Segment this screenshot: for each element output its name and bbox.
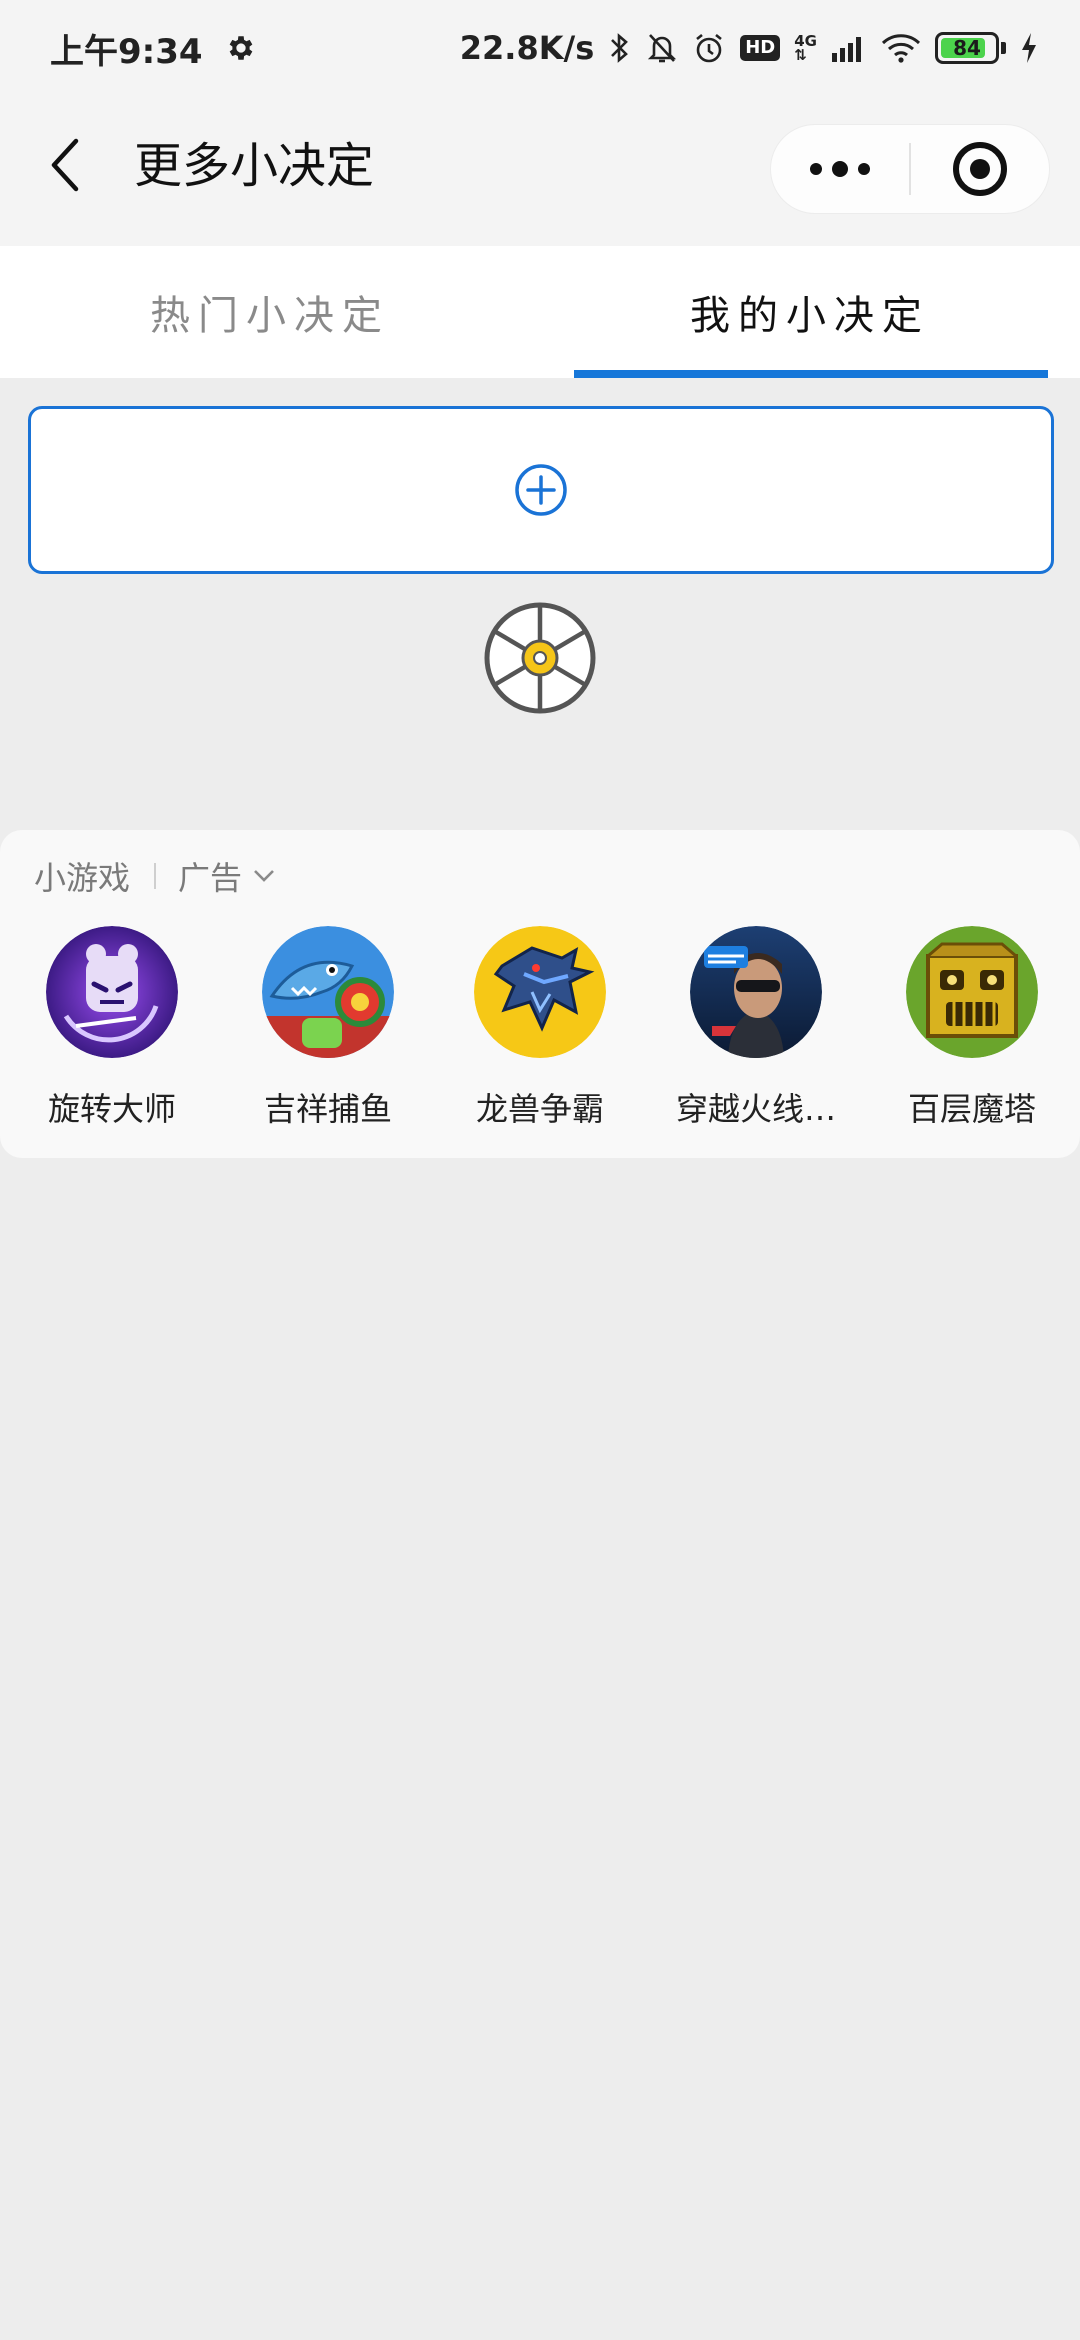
- chevron-down-icon[interactable]: [252, 868, 276, 884]
- mini-games-header: 小游戏 广告: [34, 852, 276, 900]
- back-arrow-icon: [51, 138, 79, 192]
- status-bar: 上午9:34 22.8K/s HD 4G ⇅ 84: [0, 0, 1080, 96]
- ad-label[interactable]: 广告: [178, 853, 242, 899]
- active-tab-indicator: [574, 370, 1048, 378]
- add-decision-button[interactable]: [28, 406, 1054, 574]
- signal-icon: [831, 33, 867, 63]
- header-divider: [154, 863, 157, 889]
- charging-icon: [1020, 32, 1038, 64]
- plus-circle-icon: [515, 464, 567, 516]
- game-name: 龙兽争霸: [475, 1090, 604, 1128]
- tab-hot-decisions[interactable]: 热门小决定: [0, 246, 540, 378]
- game-item[interactable]: 龙兽争霸: [440, 926, 640, 1130]
- game-item[interactable]: 吉祥捕鱼: [228, 926, 428, 1130]
- page: 上午9:34 22.8K/s HD 4G ⇅ 84 更多小决定 热门小决定 我的…: [0, 0, 1080, 2340]
- network-speed: 22.8K/s: [459, 29, 595, 67]
- game-tower-icon: [906, 926, 1038, 1058]
- tab-my-decisions[interactable]: 我的小决定: [540, 246, 1080, 378]
- game-dragon-icon: [474, 926, 606, 1058]
- more-button[interactable]: [771, 124, 909, 214]
- alarm-icon: [692, 31, 726, 65]
- game-name: 旋转大师: [47, 1090, 176, 1128]
- battery-icon: 84: [935, 32, 999, 64]
- wifi-icon: [881, 33, 921, 63]
- mini-program-capsule: [770, 124, 1050, 214]
- target-icon: [953, 142, 1007, 196]
- game-item[interactable]: 百层魔塔: [872, 926, 1072, 1130]
- mini-games-section: 小游戏 广告 旋转大师 吉祥捕鱼 龙兽争霸 穿越火线… 百层魔塔: [0, 830, 1080, 1158]
- more-dots-icon: [810, 161, 870, 177]
- page-title: 更多小决定: [134, 138, 375, 194]
- network-type: 4G ⇅: [794, 32, 817, 64]
- tab-bar: 热门小决定 我的小决定: [0, 246, 1080, 378]
- bluetooth-icon: [608, 31, 632, 65]
- game-item[interactable]: 穿越火线…: [656, 926, 856, 1130]
- mini-games-label: 小游戏: [34, 859, 131, 897]
- game-item[interactable]: 旋转大师: [12, 926, 212, 1130]
- status-time: 上午9:34: [50, 31, 203, 72]
- game-spin-master-icon: [46, 926, 178, 1058]
- game-name: 吉祥捕鱼: [263, 1090, 392, 1128]
- hd-icon: HD: [740, 35, 781, 61]
- battery-level: 84: [953, 36, 981, 60]
- back-button[interactable]: [40, 134, 90, 196]
- mute-bell-icon: [646, 31, 678, 65]
- game-crossfire-icon: [690, 926, 822, 1058]
- close-mini-program-button[interactable]: [911, 124, 1049, 214]
- settings-gear-icon: [225, 32, 257, 64]
- game-name: 百层魔塔: [907, 1090, 1036, 1128]
- game-fishing-icon: [262, 926, 394, 1058]
- spinner-wheel-icon: [484, 602, 596, 714]
- game-name: 穿越火线…: [675, 1090, 836, 1128]
- nav-bar: 更多小决定: [0, 96, 1080, 246]
